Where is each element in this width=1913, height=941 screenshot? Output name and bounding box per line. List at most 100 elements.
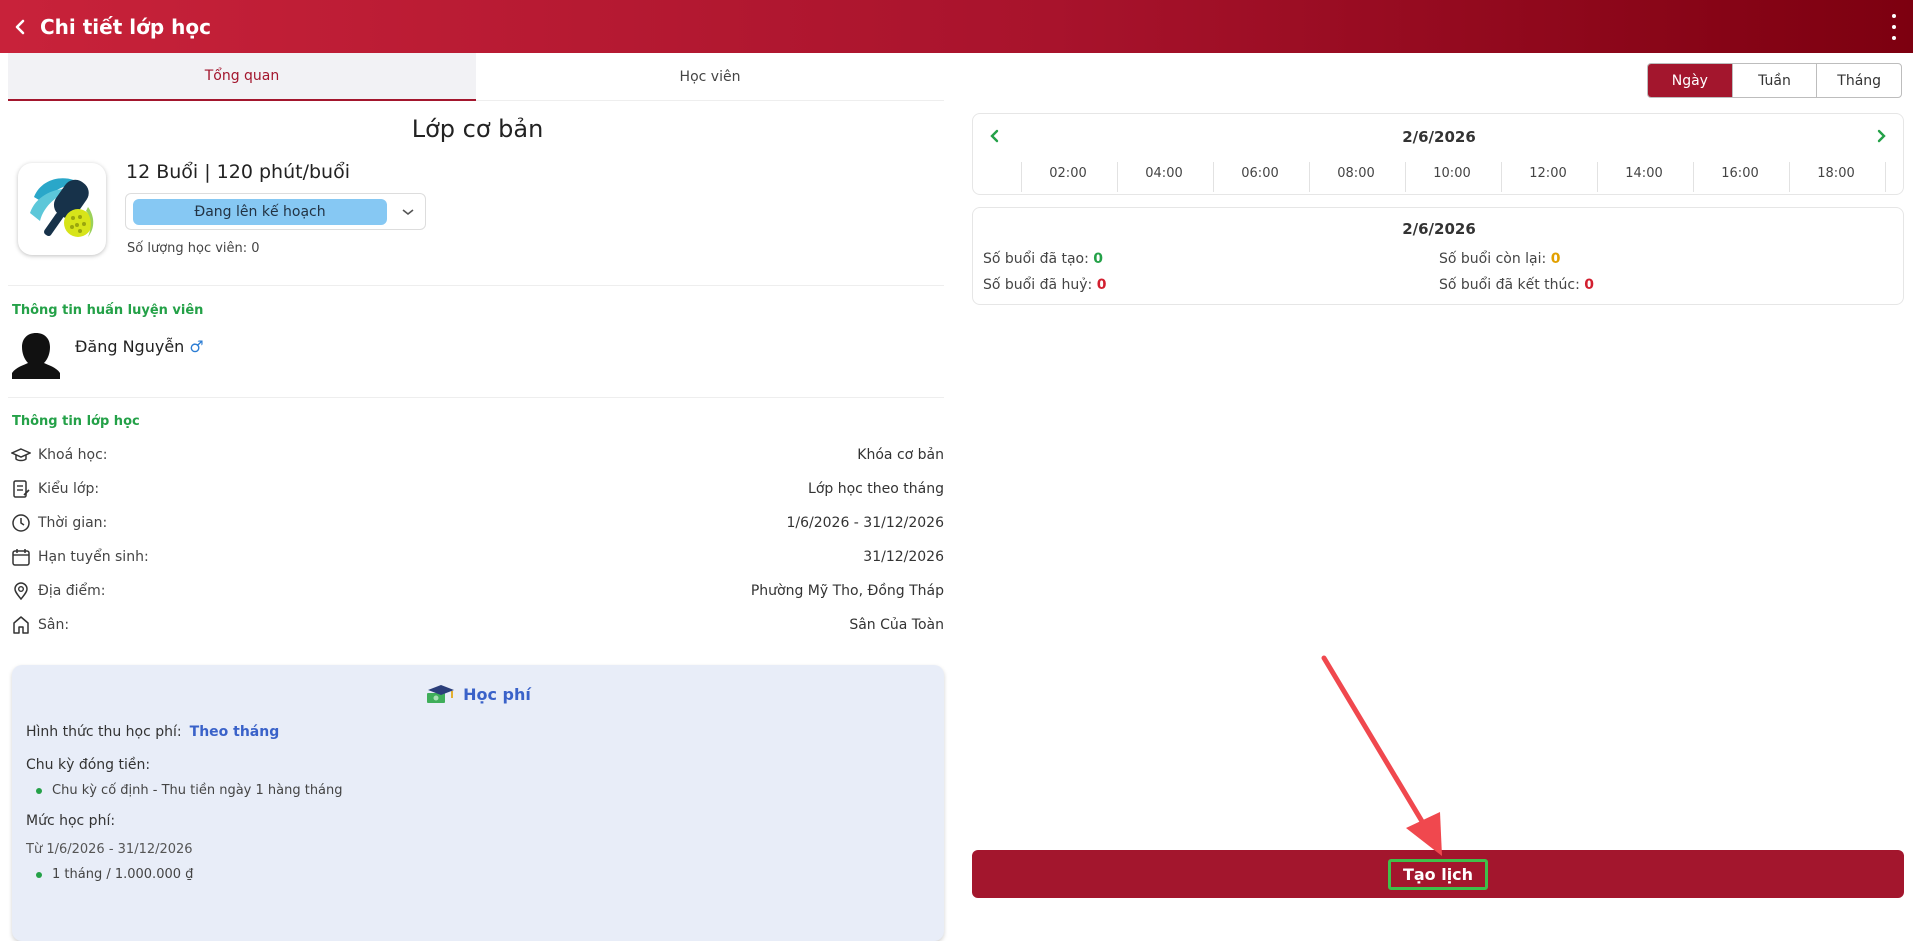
tab-students[interactable]: Học viên: [476, 53, 944, 101]
payment-method-value: Theo tháng: [189, 724, 280, 740]
info-row-time: Thời gian: 1/6/2026 - 31/12/2026: [10, 512, 944, 534]
info-label: Hạn tuyển sinh:: [38, 549, 149, 565]
tab-bar: Tổng quan Học viên: [8, 53, 944, 101]
list-item: 1 tháng / 1.000.000 ₫: [36, 867, 193, 882]
payment-cycle-item: Chu kỳ cố định - Thu tiền ngày 1 hàng th…: [52, 783, 343, 798]
info-label: Khoá học:: [38, 447, 108, 463]
info-value: Sân Của Toàn: [849, 617, 944, 633]
info-value: 31/12/2026: [863, 549, 944, 565]
graduation-money-icon: [427, 685, 455, 703]
app-bar: Chi tiết lớp học: [0, 0, 1913, 53]
tab-overview[interactable]: Tổng quan: [8, 53, 476, 101]
view-day-button[interactable]: Ngày: [1648, 64, 1732, 97]
divider: [8, 397, 944, 398]
calendar-view-toggle: Ngày Tuần Tháng: [1647, 63, 1902, 98]
page-title: Chi tiết lớp học: [40, 14, 211, 39]
tuition-title: Học phí: [12, 683, 944, 705]
chevron-right-icon[interactable]: [1875, 128, 1887, 144]
graduation-cap-icon: [10, 444, 32, 466]
fee-level-label: Mức học phí:: [26, 813, 116, 829]
divider: [8, 285, 944, 286]
hour-label: 06:00: [1241, 166, 1279, 181]
payment-method: Hình thức thu học phí: Theo tháng: [26, 724, 279, 740]
bullet-dot: [36, 871, 42, 878]
calendar-icon: [10, 546, 32, 568]
stat-finished: Số buổi đã kết thúc: 0: [1439, 277, 1594, 293]
stat-value: 0: [1584, 277, 1594, 293]
hour-tick: [1405, 162, 1406, 192]
hour-tick: [1789, 162, 1790, 192]
stat-label: Số buổi đã tạo:: [983, 251, 1089, 267]
timeline-date: 2/6/2026: [1402, 128, 1476, 146]
stat-remaining: Số buổi còn lại: 0: [1439, 251, 1560, 267]
info-value: Phường Mỹ Tho, Đồng Tháp: [750, 583, 944, 599]
class-logo: [18, 163, 106, 255]
fee-period: Từ 1/6/2026 - 31/12/2026: [26, 842, 193, 857]
status-badge: Đang lên kế hoạch: [133, 198, 387, 225]
create-schedule-button[interactable]: Tạo lịch: [972, 850, 1904, 898]
day-timeline: 2/6/2026 02:00 04:00 06:00 08:00 10:00 1…: [972, 113, 1904, 195]
session-summary: 12 Buổi | 120 phút/buổi: [126, 161, 350, 183]
location-pin-icon: [10, 580, 32, 602]
view-month-button[interactable]: Tháng: [1816, 64, 1901, 97]
info-value: Lớp học theo tháng: [808, 481, 944, 497]
stat-created: Số buổi đã tạo: 0: [983, 251, 1103, 267]
coach-name: Đăng Nguyễn ♂: [75, 337, 204, 356]
hour-label: 14:00: [1625, 166, 1663, 181]
stat-value: 0: [1093, 251, 1104, 267]
chevron-left-icon: [15, 19, 25, 34]
info-value: 1/6/2026 - 31/12/2026: [786, 515, 944, 531]
hour-tick: [1309, 162, 1310, 192]
stat-cancelled: Số buổi đã huỷ: 0: [983, 277, 1106, 293]
payment-method-label: Hình thức thu học phí:: [26, 724, 182, 740]
male-gender-icon: ♂: [189, 337, 204, 356]
info-row-enrollment-deadline: Hạn tuyển sinh: 31/12/2026: [10, 546, 944, 568]
coach-name-text: Đăng Nguyễn: [75, 337, 185, 356]
hour-tick: [1597, 162, 1598, 192]
hour-tick: [1693, 162, 1694, 192]
clock-icon: [10, 512, 32, 534]
hour-label: 02:00: [1049, 166, 1087, 181]
class-info-section-title: Thông tin lớp học: [12, 414, 140, 429]
view-week-button[interactable]: Tuần: [1731, 64, 1817, 97]
avatar: [12, 333, 60, 379]
tuition-title-text: Học phí: [463, 684, 531, 704]
session-stats-card: 2/6/2026 Số buổi đã tạo: 0 Số buổi còn l…: [972, 207, 1904, 305]
stat-value: 0: [1096, 277, 1107, 293]
hour-label: 16:00: [1721, 166, 1759, 181]
info-row-location: Địa điểm: Phường Mỹ Tho, Đồng Tháp: [10, 580, 944, 602]
more-menu-icon[interactable]: [1889, 14, 1899, 40]
info-row-class-type: Kiểu lớp: Lớp học theo tháng: [10, 478, 944, 500]
info-row-course: Khoá học: Khóa cơ bản: [10, 444, 944, 466]
annotation-arrow-icon: [1321, 655, 1442, 856]
hour-label: 12:00: [1529, 166, 1567, 181]
hour-label: 08:00: [1337, 166, 1375, 181]
overview-panel: Tổng quan Học viên Lớp cơ bản 12 Buổi | …: [0, 53, 955, 941]
stat-value: 0: [1550, 251, 1561, 267]
info-label: Kiểu lớp:: [38, 481, 100, 497]
info-label: Thời gian:: [38, 515, 108, 531]
stat-label: Số buổi đã kết thúc:: [1439, 277, 1580, 293]
info-label: Sân:: [38, 617, 70, 633]
bullet-dot: [36, 787, 42, 794]
create-schedule-label: Tạo lịch: [1387, 858, 1489, 890]
hour-tick: [1213, 162, 1214, 192]
class-name: Lớp cơ bản: [411, 115, 544, 143]
hour-label: 18:00: [1817, 166, 1855, 181]
list-item: Chu kỳ cố định - Thu tiền ngày 1 hàng th…: [36, 783, 343, 798]
coach-section-title: Thông tin huấn luyện viên: [12, 303, 204, 318]
hour-label: 04:00: [1145, 166, 1183, 181]
hour-tick: [1117, 162, 1118, 192]
payment-cycle-label: Chu kỳ đóng tiền:: [26, 757, 151, 773]
hour-tick: [1885, 162, 1886, 192]
stat-label: Số buổi đã huỷ:: [983, 277, 1093, 293]
info-value: Khóa cơ bản: [857, 447, 944, 463]
status-dropdown[interactable]: Đang lên kế hoạch: [125, 193, 426, 230]
pickleball-paddle-icon: [30, 178, 94, 237]
class-type-icon: [10, 478, 32, 500]
stats-date: 2/6/2026: [1402, 220, 1476, 238]
info-label: Địa điểm:: [38, 583, 106, 599]
hour-tick: [1501, 162, 1502, 192]
chevron-down-icon: [402, 208, 414, 215]
back-button[interactable]: [0, 0, 40, 53]
